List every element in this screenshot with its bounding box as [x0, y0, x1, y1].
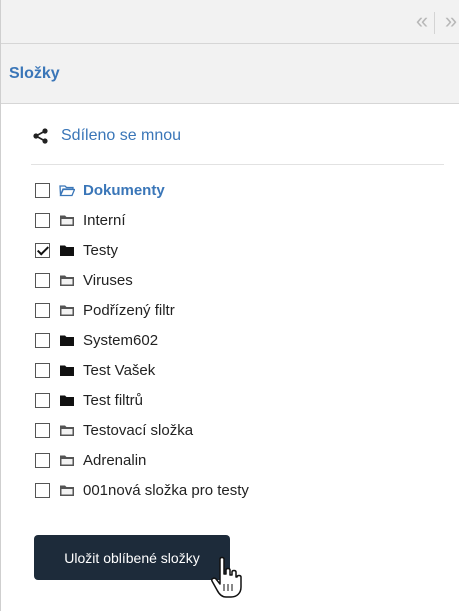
folder-dark-icon	[60, 395, 74, 406]
folder-icon	[60, 455, 74, 466]
folder-item[interactable]: Test filtrů	[35, 388, 143, 412]
folder-icon	[60, 305, 74, 316]
folder-item[interactable]: Testy	[35, 238, 118, 262]
folder-checkbox[interactable]	[35, 302, 50, 318]
folder-checkbox[interactable]	[35, 392, 50, 408]
folder-checkbox[interactable]	[35, 362, 50, 378]
toolbar-divider	[434, 12, 435, 34]
shared-with-me-label: Sdíleno se mnou	[61, 127, 182, 144]
shared-with-me-link[interactable]: Sdíleno se mnou	[31, 124, 181, 148]
folder-item[interactable]: Dokumenty	[35, 178, 165, 202]
folder-item[interactable]: Interní	[35, 208, 126, 232]
collapse-left-icon[interactable]: «	[412, 10, 432, 32]
folder-open-icon	[59, 185, 75, 197]
folder-label: Testovací složka	[83, 421, 194, 439]
folder-checkbox[interactable]	[35, 422, 50, 438]
folder-checkbox[interactable]	[35, 242, 50, 258]
folder-item[interactable]: Test Vašek	[35, 358, 155, 382]
folder-checkbox[interactable]	[35, 452, 50, 468]
folder-label: Podřízený filtr	[83, 301, 175, 319]
folder-label: Adrenalin	[83, 451, 147, 469]
folder-item[interactable]: Viruses	[35, 268, 133, 292]
folder-item[interactable]: Testovací složka	[35, 418, 193, 442]
folder-dark-icon	[60, 365, 74, 376]
folder-checkbox[interactable]	[35, 332, 50, 348]
collapse-right-icon[interactable]: »	[441, 10, 459, 32]
folder-icon	[60, 485, 74, 496]
folder-checkbox[interactable]	[35, 212, 50, 228]
folder-icon	[60, 425, 74, 436]
folder-label: 001nová složka pro testy	[83, 481, 249, 499]
folder-checkbox[interactable]	[35, 482, 50, 498]
share-icon	[33, 128, 48, 144]
panel-header: Složky	[1, 44, 459, 104]
folder-item[interactable]: 001nová složka pro testy	[35, 478, 249, 502]
folder-label: Viruses	[83, 271, 133, 289]
folder-item[interactable]: Podřízený filtr	[35, 298, 175, 322]
panel-toolbar: « »	[1, 0, 459, 44]
folder-dark-icon	[60, 335, 74, 346]
folder-label: Test filtrů	[83, 391, 144, 409]
folder-label: System602	[83, 331, 159, 349]
folder-checkbox[interactable]	[35, 182, 50, 198]
folder-dark-icon	[60, 245, 74, 256]
folder-item[interactable]: System602	[35, 328, 158, 352]
save-favorite-folders-button[interactable]: Uložit oblíbené složky	[34, 535, 230, 580]
folder-label: Testy	[83, 241, 119, 259]
folder-icon	[60, 215, 74, 226]
folder-label: Interní	[83, 211, 126, 229]
folders-panel: « » Složky Sdíleno se mnou Dokumenty Inte…	[0, 0, 459, 611]
folder-item[interactable]: Adrenalin	[35, 448, 146, 472]
folder-label: Test Vašek	[83, 361, 156, 379]
folder-icon	[60, 275, 74, 286]
folder-checkbox[interactable]	[35, 272, 50, 288]
divider	[31, 164, 444, 165]
hand-cursor-icon	[211, 556, 242, 598]
folder-label: Dokumenty	[83, 181, 165, 199]
page-title: Složky	[9, 65, 60, 82]
